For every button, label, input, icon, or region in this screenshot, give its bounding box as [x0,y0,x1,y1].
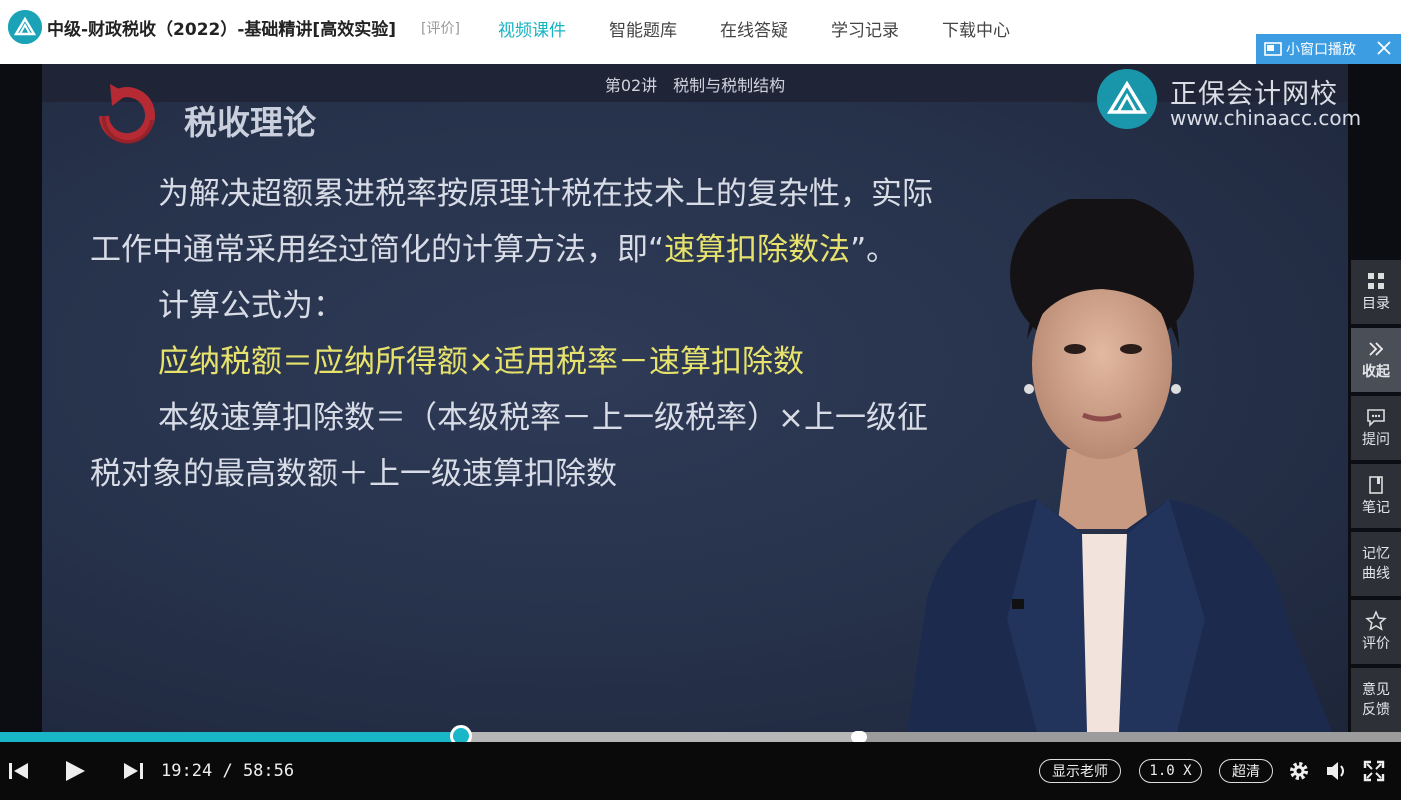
feedback-button[interactable]: 意见 反馈 [1351,668,1401,732]
collapse-label: 收起 [1362,364,1390,380]
quick-deduction-term: 速算扣除数法 [664,232,851,268]
slide-line-6: 税对象的最高数额＋上一级速算扣除数 [90,456,617,492]
nav-study-records[interactable]: 学习记录 [831,16,899,41]
nav-video-courses[interactable]: 视频课件 [498,16,566,41]
slide-line-5: 本级速算扣除数＝（本级税率－上一级税率）×上一级征 [158,400,928,436]
fullscreen-icon[interactable] [1363,760,1385,782]
skip-next-icon[interactable] [122,761,144,781]
memory-curve-label-2: 曲线 [1362,566,1390,582]
speed-button[interactable]: 1.0 X [1139,759,1202,783]
double-chevron-right-icon [1369,342,1384,356]
progress-played [0,732,461,742]
rate-button[interactable]: 评价 [1351,600,1401,664]
main-nav: 视频课件 智能题库 在线答疑 学习记录 下载中心 [498,16,1053,41]
brand-url: www.chinaacc.com [1170,106,1362,130]
ask-question-label: 提问 [1362,432,1390,448]
side-panel: 目录 收起 提问 笔记 记忆 曲线 评价 意见 反馈 [1351,260,1401,732]
course-title: 中级-财政税收（2022）-基础精讲[高效实验] [47,20,396,40]
feedback-label-2: 反馈 [1362,702,1390,718]
skip-previous-icon[interactable] [8,761,30,781]
star-icon [1365,610,1387,631]
time-display: 19:24 / 58:56 [161,761,294,781]
play-icon[interactable] [63,759,87,783]
gear-icon[interactable] [1288,760,1310,782]
player-controls: 19:24 / 58:56 显示老师 1.0 X 超清 [0,742,1401,800]
lecture-slide: 第02讲 税制与税制结构 税收理论 正保会计网校 www.chinaacc.co… [42,64,1361,732]
close-icon[interactable] [1375,39,1393,57]
current-time: 19:24 [161,761,213,781]
memory-curve-label-1: 记忆 [1362,546,1390,562]
progress-bar[interactable] [0,725,1401,747]
rate-label: 评价 [1362,636,1390,652]
collapse-button[interactable]: 收起 [1351,328,1401,392]
notes-label: 笔记 [1362,500,1390,516]
note-icon [1369,476,1383,494]
slide-line-2-a: 工作中通常采用经过简化的计算方法，即“ [90,232,665,268]
nav-download-center[interactable]: 下载中心 [942,16,1010,41]
mini-window-icon [1264,42,1282,56]
notes-button[interactable]: 笔记 [1351,464,1401,528]
slide-line-2: 工作中通常采用经过简化的计算方法，即“速算扣除数法”。 [90,224,897,269]
chinaacc-logo-icon [8,10,42,44]
quality-button[interactable]: 超清 [1219,759,1273,783]
slide-title: 税收理论 [184,103,316,142]
feedback-label-1: 意见 [1362,682,1390,698]
show-teacher-button[interactable]: 显示老师 [1039,759,1121,783]
ask-question-button[interactable]: 提问 [1351,396,1401,460]
memory-curve-button[interactable]: 记忆 曲线 [1351,532,1401,596]
mini-player-label: 小窗口播放 [1286,42,1356,58]
duration: 58:56 [242,761,295,781]
mini-player-button[interactable]: 小窗口播放 [1256,34,1401,64]
time-separator: / [222,761,233,781]
rate-course-link[interactable]: [评价] [421,18,460,38]
catalog-button[interactable]: 目录 [1351,260,1401,324]
video-frame[interactable]: 第02讲 税制与税制结构 税收理论 正保会计网校 www.chinaacc.co… [0,64,1401,732]
cycle-arrow-icon [99,84,155,145]
slide-line-1: 为解决超额累进税率按原理计税在技术上的复杂性，实际 [158,176,933,212]
chat-icon [1367,409,1385,427]
volume-icon[interactable] [1325,760,1349,782]
grid-icon [1368,273,1384,289]
presenter-figure [907,199,1332,732]
nav-online-qa[interactable]: 在线答疑 [720,16,788,41]
catalog-label: 目录 [1362,296,1390,312]
nav-question-bank[interactable]: 智能题库 [609,16,677,41]
tax-formula: 应纳税额＝应纳所得额×适用税率－速算扣除数 [158,344,804,380]
chinaacc-watermark-icon [1097,69,1157,129]
top-bar: 中级-财政税收（2022）-基础精讲[高效实验] [评价] 视频课件 智能题库 … [0,0,1401,64]
slide-line-3: 计算公式为： [158,288,344,324]
